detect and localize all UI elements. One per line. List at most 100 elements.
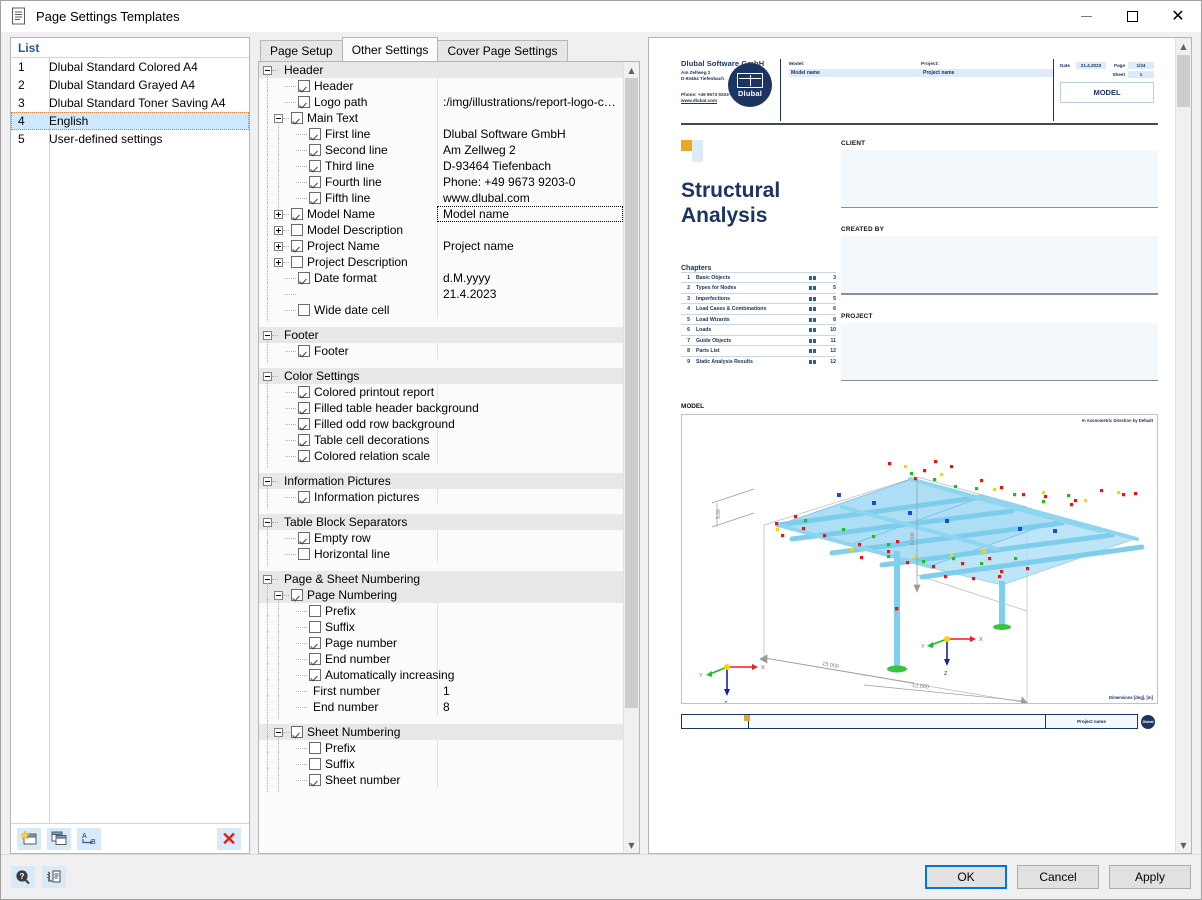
tree-row[interactable]: Horizontal line: [259, 546, 623, 562]
scroll-down-icon[interactable]: ▼: [624, 837, 639, 853]
tree-row[interactable]: Third lineD-93464 Tiefenbach: [259, 158, 623, 174]
expand-icon[interactable]: [274, 242, 283, 251]
checkbox-checked[interactable]: [309, 160, 321, 172]
tree-value-cell[interactable]: [437, 587, 623, 603]
tree-row[interactable]: Model NameModel name: [259, 206, 623, 222]
tree-value-cell[interactable]: www.dlubal.com: [437, 190, 623, 206]
apply-button[interactable]: Apply: [1109, 865, 1191, 889]
expand-icon[interactable]: [274, 258, 283, 267]
maximize-button[interactable]: [1109, 1, 1155, 32]
checkbox-checked[interactable]: [309, 653, 321, 665]
tree-value-cell[interactable]: 8: [437, 699, 623, 715]
tree-value-cell[interactable]: [437, 432, 623, 448]
checkbox-checked[interactable]: [298, 345, 310, 357]
checkbox-checked[interactable]: [291, 589, 303, 601]
tree-group-row[interactable]: Color Settings: [259, 368, 623, 384]
list-item[interactable]: 1 Dlubal Standard Colored A4: [11, 58, 249, 76]
export-icon[interactable]: [42, 866, 66, 888]
checkbox-unchecked[interactable]: [291, 256, 303, 268]
tree-value-cell[interactable]: [437, 772, 623, 788]
tree-value-cell[interactable]: [437, 651, 623, 667]
tree-group-row[interactable]: Table Block Separators: [259, 514, 623, 530]
tree-value-cell[interactable]: [437, 489, 623, 505]
checkbox-checked[interactable]: [298, 434, 310, 446]
tree-row[interactable]: Sheet Numbering: [259, 724, 623, 740]
settings-tree[interactable]: HeaderHeaderLogo path:/img/illustrations…: [259, 62, 623, 853]
tree-row[interactable]: Suffix: [259, 619, 623, 635]
tree-value-cell[interactable]: [437, 78, 623, 94]
scroll-thumb[interactable]: [625, 78, 638, 708]
tree-row[interactable]: Colored relation scale: [259, 448, 623, 464]
tree-row[interactable]: Filled table header background: [259, 400, 623, 416]
checkbox-checked[interactable]: [309, 144, 321, 156]
tree-value-cell[interactable]: [437, 619, 623, 635]
checkbox-unchecked[interactable]: [309, 621, 321, 633]
tree-value-cell[interactable]: D-93464 Tiefenbach: [437, 158, 623, 174]
tree-row[interactable]: Second lineAm Zellweg 2: [259, 142, 623, 158]
tree-value-cell[interactable]: [437, 667, 623, 683]
tree-row[interactable]: Sheet number: [259, 772, 623, 788]
tree-row[interactable]: Footer: [259, 343, 623, 359]
checkbox-checked[interactable]: [309, 669, 321, 681]
checkbox-checked[interactable]: [291, 240, 303, 252]
tree-value-cell[interactable]: d.M.yyyy: [437, 270, 623, 286]
checkbox-checked[interactable]: [298, 80, 310, 92]
tree-value-cell[interactable]: [437, 635, 623, 651]
tree-value-cell[interactable]: [437, 110, 623, 126]
scroll-up-icon[interactable]: ▲: [624, 62, 639, 78]
tree-row[interactable]: Prefix: [259, 740, 623, 756]
rename-template-icon[interactable]: A B: [77, 828, 101, 850]
tree-row[interactable]: End number8: [259, 699, 623, 715]
tree-row[interactable]: Automatically increasing: [259, 667, 623, 683]
tree-row[interactable]: First lineDlubal Software GmbH: [259, 126, 623, 142]
tree-value-cell[interactable]: [437, 756, 623, 772]
tree-value-cell[interactable]: [437, 384, 623, 400]
tree-value-cell[interactable]: :/img/illustrations/report-logo-c…: [437, 94, 623, 110]
tree-row[interactable]: Header: [259, 78, 623, 94]
checkbox-checked[interactable]: [309, 774, 321, 786]
list-item[interactable]: 3 Dlubal Standard Toner Saving A4: [11, 94, 249, 112]
tree-value-cell[interactable]: Project name: [437, 238, 623, 254]
tree-row[interactable]: 21.4.2023: [259, 286, 623, 302]
checkbox-checked[interactable]: [291, 726, 303, 738]
tab-other-settings[interactable]: Other Settings: [342, 37, 439, 61]
checkbox-unchecked[interactable]: [298, 304, 310, 316]
tree-row[interactable]: Page number: [259, 635, 623, 651]
tree-value-cell[interactable]: [437, 724, 623, 740]
tree-row[interactable]: End number: [259, 651, 623, 667]
delete-template-icon[interactable]: ✕: [217, 828, 241, 850]
copy-template-icon[interactable]: [47, 828, 71, 850]
checkbox-checked[interactable]: [309, 128, 321, 140]
settings-tree-scrollbar[interactable]: ▲ ▼: [623, 62, 639, 853]
checkbox-unchecked[interactable]: [298, 548, 310, 560]
checkbox-checked[interactable]: [298, 491, 310, 503]
list-item-selected[interactable]: 4 English: [11, 112, 249, 130]
list-item[interactable]: 5 User-defined settings: [11, 130, 249, 148]
tree-row[interactable]: Main Text: [259, 110, 623, 126]
expand-icon[interactable]: [274, 226, 283, 235]
tree-row[interactable]: Information pictures: [259, 489, 623, 505]
tree-value-cell[interactable]: [437, 416, 623, 432]
preview-scroll-thumb[interactable]: [1177, 55, 1190, 107]
tree-value-cell[interactable]: 1: [437, 683, 623, 699]
tree-value-cell[interactable]: [437, 530, 623, 546]
tab-page-setup[interactable]: Page Setup: [260, 40, 343, 61]
checkbox-checked[interactable]: [309, 176, 321, 188]
tree-row[interactable]: Date formatd.M.yyyy: [259, 270, 623, 286]
tree-value-cell[interactable]: Am Zellweg 2: [437, 142, 623, 158]
tree-row[interactable]: First number1: [259, 683, 623, 699]
tab-cover-page-settings[interactable]: Cover Page Settings: [437, 40, 567, 61]
ok-button[interactable]: OK: [925, 865, 1007, 889]
checkbox-checked[interactable]: [298, 450, 310, 462]
tree-value-cell[interactable]: [437, 302, 623, 318]
checkbox-unchecked[interactable]: [291, 224, 303, 236]
tree-row[interactable]: Prefix: [259, 603, 623, 619]
list-item[interactable]: 2 Dlubal Standard Grayed A4: [11, 76, 249, 94]
checkbox-checked[interactable]: [298, 402, 310, 414]
tree-value-cell[interactable]: [437, 254, 623, 270]
tree-group-row[interactable]: Page & Sheet Numbering: [259, 571, 623, 587]
tree-row[interactable]: Fourth linePhone: +49 9673 9203-0: [259, 174, 623, 190]
tree-value-cell[interactable]: [437, 222, 623, 238]
checkbox-checked[interactable]: [298, 96, 310, 108]
checkbox-checked[interactable]: [309, 637, 321, 649]
